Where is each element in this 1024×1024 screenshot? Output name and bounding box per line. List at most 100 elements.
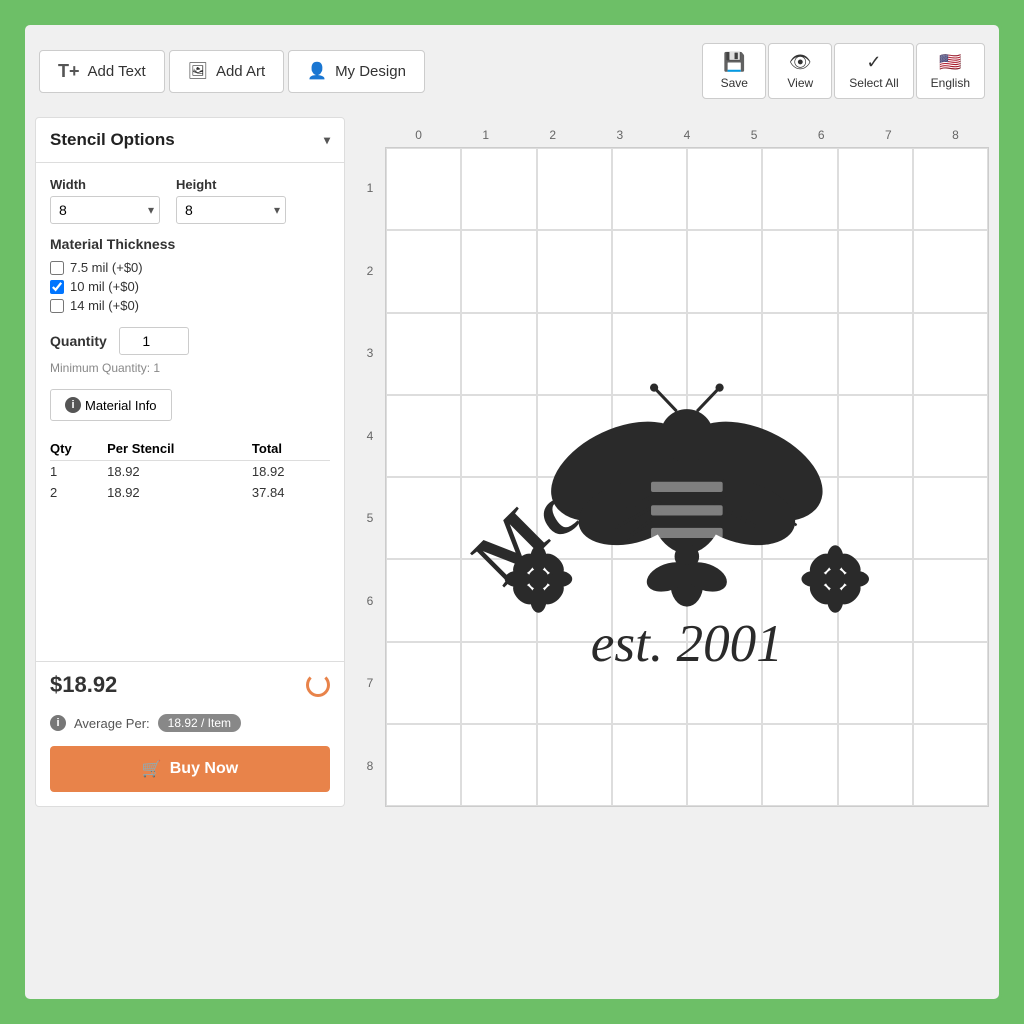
app-container: T+ Add Text 🖼 Add Art 👤 My Design 💾 Save… xyxy=(22,22,1002,1002)
add-art-button[interactable]: 🖼 Add Art xyxy=(169,50,285,93)
height-select-wrapper: 8 6 10 12 xyxy=(176,196,286,224)
add-text-button[interactable]: T+ Add Text xyxy=(39,50,165,93)
grid-cell xyxy=(537,559,612,641)
grid-cell xyxy=(386,148,461,230)
language-button[interactable]: 🇺🇸 English xyxy=(916,43,985,99)
option-7-5mil-label: 7.5 mil (+$0) xyxy=(70,260,143,275)
grid-cell xyxy=(687,642,762,724)
grid-cell xyxy=(762,642,837,724)
select-all-button[interactable]: ✓ Select All xyxy=(834,43,913,99)
grid-cell xyxy=(762,230,837,312)
option-10mil-label: 10 mil (+$0) xyxy=(70,279,139,294)
quantity-input[interactable] xyxy=(119,327,189,355)
select-all-label: Select All xyxy=(849,76,898,90)
ruler-left-label: 4 xyxy=(355,395,385,478)
grid-cell xyxy=(687,230,762,312)
grid-cell xyxy=(386,642,461,724)
add-text-label: Add Text xyxy=(88,63,146,80)
grid-cell xyxy=(386,477,461,559)
col-qty: Qty xyxy=(50,437,107,461)
buy-now-button[interactable]: 🛒 Buy Now xyxy=(50,746,330,792)
option-14mil-label: 14 mil (+$0) xyxy=(70,298,139,313)
view-button[interactable]: 👁 View xyxy=(768,43,832,99)
width-select[interactable]: 8 6 10 12 xyxy=(50,196,160,224)
chevron-down-icon[interactable]: ▾ xyxy=(324,133,330,147)
ruler-left-label: 5 xyxy=(355,477,385,560)
grid-cell xyxy=(838,477,913,559)
my-design-button[interactable]: 👤 My Design xyxy=(288,50,425,93)
height-select[interactable]: 8 6 10 12 xyxy=(176,196,286,224)
grid-cell xyxy=(913,724,988,806)
grid-canvas[interactable]: McAllister xyxy=(385,147,989,807)
my-design-label: My Design xyxy=(335,63,406,80)
height-label: Height xyxy=(176,177,286,192)
cart-icon: 🛒 xyxy=(142,759,162,779)
grid-cell xyxy=(461,477,536,559)
grid-cell xyxy=(461,313,536,395)
grid-cell xyxy=(612,559,687,641)
grid-cell xyxy=(838,395,913,477)
grid-cell xyxy=(537,230,612,312)
width-label: Width xyxy=(50,177,160,192)
info-icon: i xyxy=(65,397,81,413)
save-button[interactable]: 💾 Save xyxy=(702,43,766,99)
ruler-top-label: 3 xyxy=(586,117,653,145)
text-icon: T+ xyxy=(58,61,80,82)
grid-cell xyxy=(838,313,913,395)
toolbar-left: T+ Add Text 🖼 Add Art 👤 My Design xyxy=(39,50,696,93)
grid-cell xyxy=(537,477,612,559)
width-group: Width 8 6 10 12 xyxy=(50,177,160,224)
price-value: $18.92 xyxy=(50,672,117,698)
add-art-label: Add Art xyxy=(216,63,265,80)
col-total: Total xyxy=(252,437,330,461)
grid-cell xyxy=(838,148,913,230)
material-info-button[interactable]: i Material Info xyxy=(50,389,172,421)
grid-cell xyxy=(461,724,536,806)
grid-cell xyxy=(461,395,536,477)
left-panel: Stencil Options ▾ Width 8 6 10 12 xyxy=(35,117,345,807)
grid-cell xyxy=(461,642,536,724)
toolbar: T+ Add Text 🖼 Add Art 👤 My Design 💾 Save… xyxy=(35,35,989,107)
panel-body: Width 8 6 10 12 Height xyxy=(36,163,344,661)
panel-title: Stencil Options xyxy=(50,130,175,150)
ruler-top-label: 2 xyxy=(519,117,586,145)
view-label: View xyxy=(787,76,813,90)
grid-cell xyxy=(687,148,762,230)
grid-cell xyxy=(913,395,988,477)
ruler-left-label: 1 xyxy=(355,147,385,230)
image-icon: 🖼 xyxy=(188,61,208,81)
ruler-top-row: 012345678 xyxy=(355,117,989,145)
person-icon: 👤 xyxy=(307,61,327,81)
ruler-top-label: 4 xyxy=(653,117,720,145)
cell-per_stencil: 18.92 xyxy=(107,482,252,503)
save-label: Save xyxy=(721,76,748,90)
material-thickness-title: Material Thickness xyxy=(50,236,330,252)
grid-cell xyxy=(612,642,687,724)
grid-cell xyxy=(612,395,687,477)
check-icon: ✓ xyxy=(866,52,881,73)
grid-cell xyxy=(386,724,461,806)
option-14mil[interactable]: 14 mil (+$0) xyxy=(50,298,330,313)
checkbox-10mil[interactable] xyxy=(50,280,64,294)
grid-cell xyxy=(612,230,687,312)
panel-header: Stencil Options ▾ xyxy=(36,118,344,163)
cell-total: 18.92 xyxy=(252,461,330,483)
grid-cell xyxy=(762,148,837,230)
min-quantity-text: Minimum Quantity: 1 xyxy=(50,361,330,375)
cell-qty: 1 xyxy=(50,461,107,483)
ruler-left-label: 2 xyxy=(355,230,385,313)
option-10mil[interactable]: 10 mil (+$0) xyxy=(50,279,330,294)
option-7-5mil[interactable]: 7.5 mil (+$0) xyxy=(50,260,330,275)
toolbar-right: 💾 Save 👁 View ✓ Select All 🇺🇸 English xyxy=(702,43,985,99)
grid-cell xyxy=(537,642,612,724)
grid-cell xyxy=(838,230,913,312)
cell-total: 37.84 xyxy=(252,482,330,503)
price-table: Qty Per Stencil Total 118.9218.92218.923… xyxy=(50,437,330,503)
grid-cell xyxy=(838,642,913,724)
grid-cell xyxy=(913,559,988,641)
flag-icon: 🇺🇸 xyxy=(939,52,961,73)
checkbox-7-5mil[interactable] xyxy=(50,261,64,275)
cell-qty: 2 xyxy=(50,482,107,503)
checkbox-14mil[interactable] xyxy=(50,299,64,313)
avg-per-row: i Average Per: 18.92 / Item xyxy=(36,708,344,746)
